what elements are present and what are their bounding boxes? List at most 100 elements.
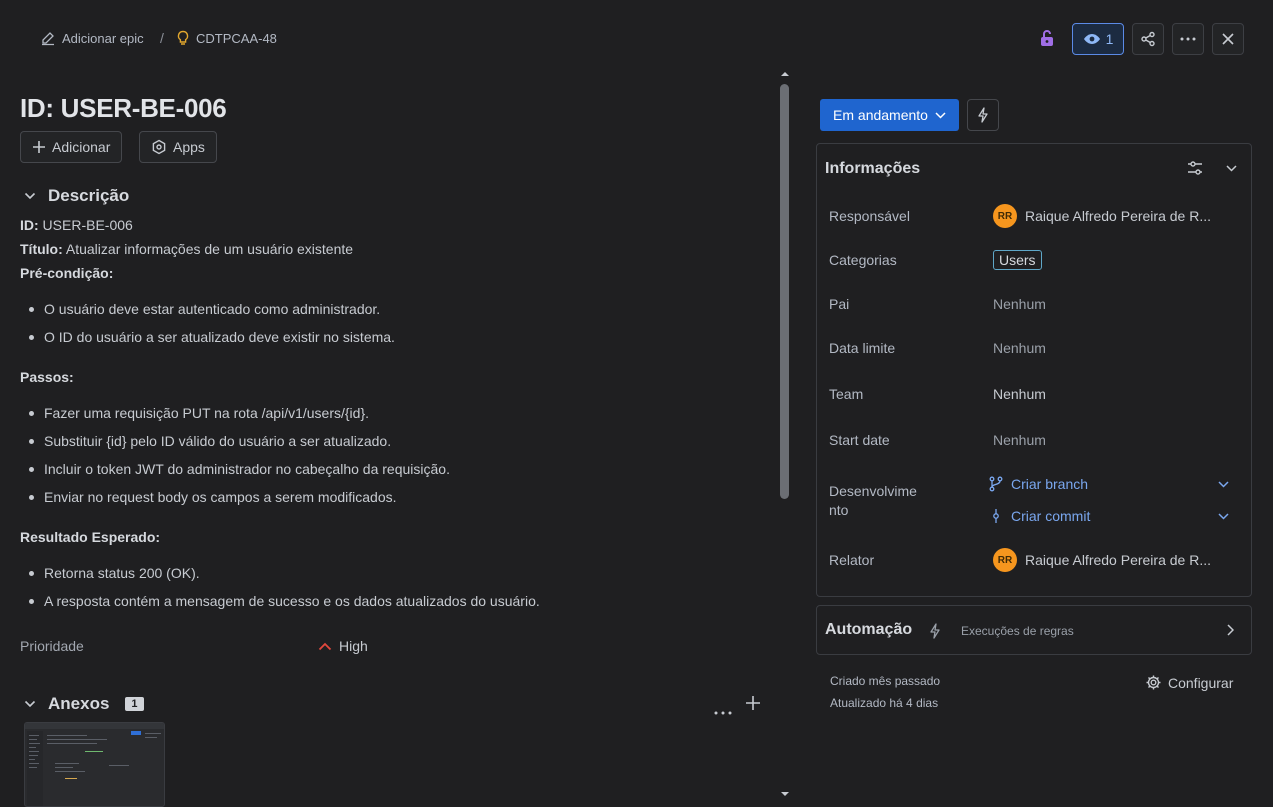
apps-icon xyxy=(152,139,166,155)
create-branch-link[interactable]: Criar branch xyxy=(989,476,1229,492)
category-tag[interactable]: Users xyxy=(993,250,1042,270)
lightning-icon xyxy=(930,623,940,639)
team-field[interactable]: Nenhum xyxy=(993,386,1046,402)
create-commit-link[interactable]: Criar commit xyxy=(989,508,1229,524)
add-epic-link[interactable]: Adicionar epic xyxy=(40,30,144,46)
categories-field[interactable]: Users xyxy=(993,250,1042,270)
list-item: O ID do usuário a ser atualizado deve ex… xyxy=(20,327,760,355)
chevron-down-icon xyxy=(1218,480,1229,488)
automation-title: Automação xyxy=(825,621,913,638)
attachments-count: 1 xyxy=(125,697,144,711)
description-heading: Descrição xyxy=(48,186,130,205)
settings-sliders-icon[interactable] xyxy=(1186,159,1204,177)
categories-label: Categorias xyxy=(829,252,897,268)
add-button-label: Adicionar xyxy=(52,139,111,155)
more-actions-button[interactable] xyxy=(1172,23,1204,55)
assignee-label: Responsável xyxy=(829,208,910,224)
status-dropdown[interactable]: Em andamento xyxy=(820,99,959,131)
attachments-heading: Anexos xyxy=(48,694,110,713)
issue-key-link[interactable]: CDTPCAA-48 xyxy=(176,30,277,46)
breadcrumb-separator: / xyxy=(160,30,164,46)
share-button[interactable] xyxy=(1132,23,1164,55)
list-item: O usuário deve estar autenticado como ad… xyxy=(20,299,760,327)
reporter-field[interactable]: RR Raique Alfredo Pereira de R... xyxy=(993,548,1211,572)
start-date-label: Start date xyxy=(829,432,890,448)
attachment-preview-image xyxy=(25,723,164,806)
gear-icon xyxy=(1146,675,1161,690)
create-branch-label: Criar branch xyxy=(1011,476,1089,492)
priority-high-icon xyxy=(318,642,332,650)
attachment-thumbnail[interactable] xyxy=(24,722,165,807)
precondition-list: O usuário deve estar autenticado como ad… xyxy=(20,299,760,355)
add-attachment-button[interactable] xyxy=(745,695,761,714)
priority-value: High xyxy=(339,638,368,654)
configure-button[interactable]: Configurar xyxy=(1145,674,1233,691)
id-value: USER-BE-006 xyxy=(38,217,133,233)
due-date-field[interactable]: Nenhum xyxy=(993,340,1046,356)
watch-button[interactable]: 1 xyxy=(1072,23,1124,55)
assignee-field[interactable]: RR Raique Alfredo Pereira de R... xyxy=(993,204,1211,228)
chevron-down-icon xyxy=(1218,512,1229,520)
details-panel-title: Informações xyxy=(825,160,921,177)
development-label-line1: Desenvolvime xyxy=(829,483,917,499)
chevron-down-icon xyxy=(24,192,36,200)
expected-label: Resultado Esperado: xyxy=(20,527,760,551)
avatar: RR xyxy=(993,204,1017,228)
plus-icon xyxy=(746,696,760,710)
list-item: Incluir o token JWT do administrador no … xyxy=(20,459,760,487)
plus-icon xyxy=(33,141,45,153)
parent-field[interactable]: Nenhum xyxy=(993,296,1046,312)
start-date-field[interactable]: Nenhum xyxy=(993,432,1046,448)
chevron-down-icon[interactable] xyxy=(1226,165,1237,172)
precondition-label: Pré-condição: xyxy=(20,263,760,287)
eye-icon xyxy=(1083,34,1100,44)
issue-key: CDTPCAA-48 xyxy=(196,30,277,46)
rule-executions-link[interactable]: Execuções de regras xyxy=(961,624,1074,638)
due-date-label: Data limite xyxy=(829,340,896,356)
title-label: Título: xyxy=(20,241,63,257)
create-commit-label: Criar commit xyxy=(1011,508,1091,524)
expected-heading: Resultado Esperado: xyxy=(20,529,161,545)
development-label: Desenvolvime nto xyxy=(829,482,917,520)
lightbulb-icon xyxy=(177,30,189,45)
attachments-more-button[interactable] xyxy=(714,702,732,718)
automation-panel[interactable]: Automação Execuções de regras xyxy=(816,605,1252,655)
description-toggle[interactable]: Descrição xyxy=(24,186,129,206)
steps-label: Passos: xyxy=(20,367,760,391)
created-date: Criado mês passado xyxy=(830,674,941,688)
updated-date: Atualizado há 4 dias xyxy=(830,696,939,710)
reporter-name: Raique Alfredo Pereira de R... xyxy=(1025,552,1211,568)
more-icon xyxy=(1180,37,1196,41)
apps-button[interactable]: Apps xyxy=(139,131,217,163)
quick-actions-button[interactable] xyxy=(967,99,999,131)
team-label: Team xyxy=(829,386,864,402)
issue-title[interactable]: ID: USER-BE-006 xyxy=(20,93,227,124)
id-line: ID: USER-BE-006 xyxy=(20,215,760,239)
precondition-heading: Pré-condição: xyxy=(20,265,114,281)
list-item: Fazer uma requisição PUT na rota /api/v1… xyxy=(20,403,760,431)
add-button[interactable]: Adicionar xyxy=(20,131,123,163)
watch-count: 1 xyxy=(1105,31,1114,47)
attachments-toggle[interactable]: Anexos 1 xyxy=(24,694,144,714)
development-label-line2: nto xyxy=(829,502,849,518)
restrictions-button[interactable] xyxy=(1037,28,1057,51)
list-item: Enviar no request body os campos a serem… xyxy=(20,487,760,515)
expected-list: Retorna status 200 (OK). A resposta cont… xyxy=(20,563,760,619)
more-icon xyxy=(714,711,732,715)
edit-icon xyxy=(42,32,54,46)
avatar: RR xyxy=(993,548,1017,572)
steps-list: Fazer uma requisição PUT na rota /api/v1… xyxy=(20,403,760,515)
apps-button-label: Apps xyxy=(173,139,205,155)
issue-main-pane: ID: USER-BE-006 Adicionar Apps Descrição… xyxy=(0,78,778,807)
commit-icon xyxy=(993,509,999,523)
assignee-name: Raique Alfredo Pereira de R... xyxy=(1025,208,1211,224)
scrollbar-thumb[interactable] xyxy=(780,84,789,499)
configure-label: Configurar xyxy=(1168,674,1234,691)
list-item: Substituir {id} pelo ID válido do usuári… xyxy=(20,431,760,459)
priority-field[interactable]: High xyxy=(318,638,368,654)
description-body[interactable]: ID: USER-BE-006 Título: Atualizar inform… xyxy=(20,215,760,619)
close-button[interactable] xyxy=(1212,23,1244,55)
close-icon xyxy=(1222,33,1234,45)
chevron-down-icon xyxy=(24,700,36,708)
id-label: ID: xyxy=(20,217,39,233)
